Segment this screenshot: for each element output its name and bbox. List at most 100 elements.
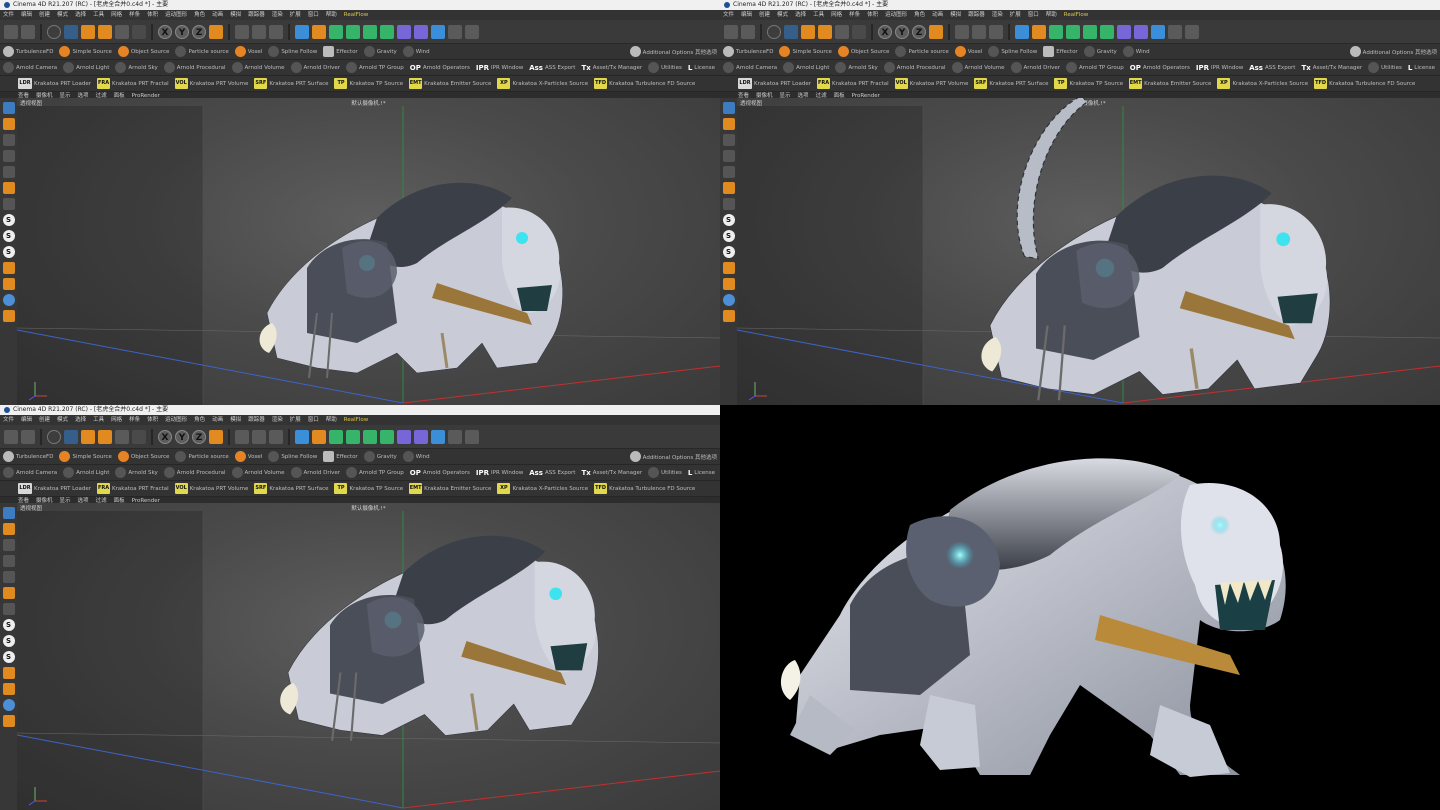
subdivision-icon[interactable] <box>1049 24 1063 39</box>
menu-item[interactable]: 模式 <box>57 415 68 425</box>
x-axis-lock-button[interactable]: X <box>878 24 892 39</box>
move-tool-icon[interactable] <box>64 24 78 39</box>
additional-options-button[interactable]: Additional Options 其他选项 <box>629 46 717 57</box>
krakatoa-item[interactable]: TP Krakatoa TP Source <box>334 78 403 89</box>
bend-icon[interactable] <box>397 24 411 39</box>
arnold-item[interactable]: Utilities <box>648 62 682 73</box>
menu-item[interactable]: 渲染 <box>992 10 1003 20</box>
turbulencefd-item[interactable]: Gravity <box>363 451 397 462</box>
coordinate-system-icon[interactable] <box>209 429 223 444</box>
arnold-item[interactable]: Arnold Volume <box>231 467 285 478</box>
turbulencefd-item[interactable]: Wind <box>402 451 430 462</box>
edges-mode-icon[interactable] <box>2 150 15 162</box>
points-mode-icon[interactable] <box>2 539 15 551</box>
layer-icon[interactable] <box>2 699 15 711</box>
model-mode-icon[interactable] <box>722 102 735 114</box>
turbulencefd-item[interactable]: Spline Follow <box>268 46 317 57</box>
menu-item[interactable]: 模拟 <box>950 10 961 20</box>
lock-workplane-icon[interactable] <box>2 667 15 679</box>
turbulencefd-item[interactable]: Voxel <box>234 451 262 462</box>
rotate-tool-icon[interactable] <box>98 24 112 39</box>
snap-icon[interactable]: S <box>2 619 15 631</box>
white-tiger-model[interactable] <box>280 535 599 741</box>
arnold-item[interactable]: Arnold Volume <box>951 62 1005 73</box>
turbulencefd-item[interactable]: Spline Follow <box>988 46 1037 57</box>
cloner-icon[interactable] <box>1083 24 1097 39</box>
undo-icon[interactable] <box>724 24 738 39</box>
arnold-item[interactable]: Arnold Light <box>63 62 109 73</box>
krakatoa-item[interactable]: EMT Krakatoa Emitter Source <box>1129 78 1211 89</box>
floor-icon[interactable] <box>1151 24 1165 39</box>
menu-item[interactable]: 模式 <box>777 10 788 20</box>
menu-item[interactable]: 选择 <box>795 10 806 20</box>
cube-object-icon[interactable] <box>295 24 309 39</box>
turbulencefd-item[interactable]: Object Source <box>837 46 889 57</box>
cloner-icon[interactable] <box>363 24 377 39</box>
menu-item[interactable]: 选择 <box>75 415 86 425</box>
polygons-mode-icon[interactable] <box>2 571 15 583</box>
menu-item[interactable]: 模拟 <box>230 415 241 425</box>
cube-object-icon[interactable] <box>1015 24 1029 39</box>
arnold-item[interactable]: L License <box>688 64 715 72</box>
menu-item[interactable]: 跟踪器 <box>968 10 985 20</box>
arnold-item[interactable]: Arnold Volume <box>231 62 285 73</box>
bend-icon[interactable] <box>1117 24 1131 39</box>
model-mode-icon[interactable] <box>2 102 15 114</box>
edges-mode-icon[interactable] <box>722 150 735 162</box>
krakatoa-item[interactable]: FRA Krakatoa PRT Fractal <box>97 483 169 494</box>
krakatoa-item[interactable]: XP Krakatoa X-Particles Source <box>497 483 588 494</box>
menu-item[interactable]: 选择 <box>75 10 86 20</box>
layer-icon[interactable] <box>2 294 15 306</box>
arnold-item[interactable]: Arnold TP Group <box>346 467 404 478</box>
menu-item[interactable]: 体积 <box>147 415 158 425</box>
krakatoa-item[interactable]: VOL Krakatoa PRT Volume <box>174 78 248 89</box>
menu-item[interactable]: 文件 <box>3 415 14 425</box>
menu-item[interactable]: 编辑 <box>741 10 752 20</box>
coordinate-system-icon[interactable] <box>209 24 223 39</box>
krakatoa-item[interactable]: EMT Krakatoa Emitter Source <box>409 78 491 89</box>
arnold-item[interactable]: Arnold Camera <box>723 62 777 73</box>
krakatoa-item[interactable]: VOL Krakatoa PRT Volume <box>894 78 968 89</box>
axis-mode-icon[interactable] <box>722 182 735 194</box>
render-picture-viewer-icon[interactable] <box>972 24 986 39</box>
arnold-item[interactable]: Arnold TP Group <box>1066 62 1124 73</box>
grid-icon[interactable] <box>722 278 735 290</box>
scale-tool-icon[interactable] <box>801 24 815 39</box>
add-tool-icon[interactable] <box>132 429 146 444</box>
menu-item[interactable]: 扩展 <box>1010 10 1021 20</box>
render-view-icon[interactable] <box>235 24 249 39</box>
pen-spline-icon[interactable] <box>312 24 326 39</box>
arnold-item[interactable]: IPR IPR Window <box>1196 64 1243 72</box>
krakatoa-item[interactable]: TFD Krakatoa Turbulence FD Source <box>1314 78 1415 89</box>
menu-item[interactable]: 窗口 <box>308 415 319 425</box>
menu-item[interactable]: 帮助 <box>326 415 337 425</box>
menu-item[interactable]: 动画 <box>932 10 943 20</box>
white-tiger-model[interactable] <box>981 98 1331 401</box>
menu-item[interactable]: 角色 <box>914 10 925 20</box>
scene-icon[interactable] <box>448 429 462 444</box>
turbulencefd-item[interactable]: Effector <box>323 451 358 462</box>
snap-icon[interactable]: S <box>722 214 735 226</box>
render-view-icon[interactable] <box>235 429 249 444</box>
menu-item[interactable]: 窗口 <box>1028 10 1039 20</box>
grid-icon[interactable] <box>2 278 15 290</box>
menu-item[interactable]: 工具 <box>93 415 104 425</box>
krakatoa-item[interactable]: TP Krakatoa TP Source <box>334 483 403 494</box>
pen-spline-icon[interactable] <box>1032 24 1046 39</box>
krakatoa-item[interactable]: EMT Krakatoa Emitter Source <box>409 483 491 494</box>
krakatoa-item[interactable]: LDR Krakatoa PRT Loader <box>738 78 811 89</box>
layer-icon[interactable] <box>722 294 735 306</box>
model-mode-icon[interactable] <box>2 507 15 519</box>
turbulencefd-item[interactable]: Simple Source <box>779 46 832 57</box>
polygons-mode-icon[interactable] <box>2 166 15 178</box>
undo-icon[interactable] <box>4 429 18 444</box>
menu-item[interactable]: 帮助 <box>1046 10 1057 20</box>
pen-spline-icon[interactable] <box>312 429 326 444</box>
turbulencefd-item[interactable]: Particle source <box>175 451 229 462</box>
menu-item[interactable]: 扩展 <box>290 10 301 20</box>
arnold-item[interactable]: Arnold Camera <box>3 467 57 478</box>
arnold-item[interactable]: Ass ASS Export <box>529 64 575 72</box>
krakatoa-item[interactable]: VOL Krakatoa PRT Volume <box>174 483 248 494</box>
perspective-viewport[interactable]: 透视视图 默认摄像机.!* <box>17 503 720 810</box>
solo-icon[interactable] <box>2 310 15 322</box>
